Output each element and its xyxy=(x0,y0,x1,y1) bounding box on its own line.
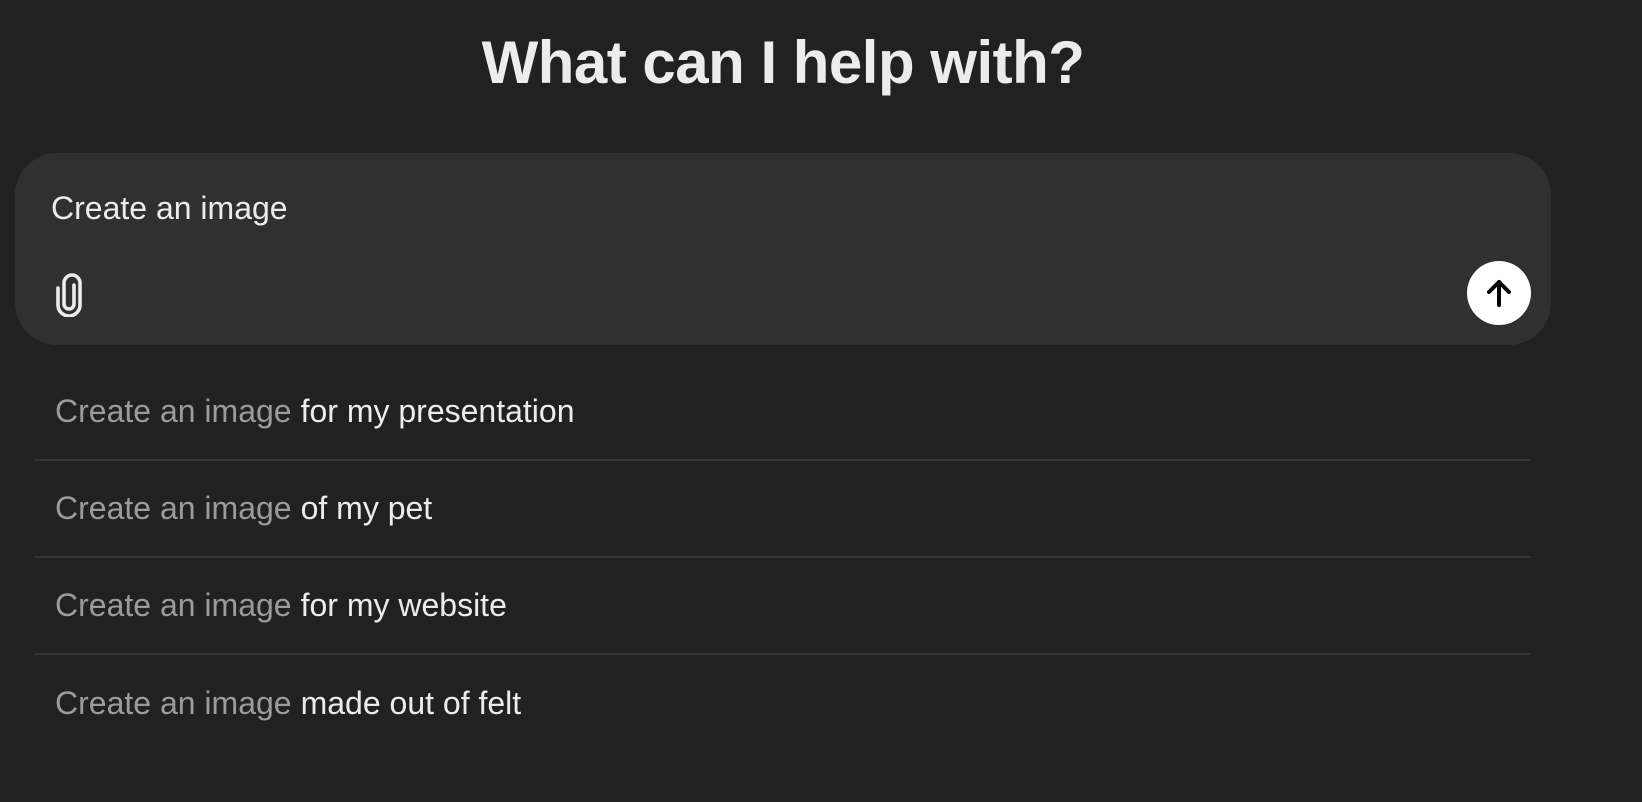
suggestion-item[interactable]: Create an image made out of felt xyxy=(35,655,1531,752)
suggestion-suffix: of my pet xyxy=(300,490,433,526)
suggestion-prefix: Create an image xyxy=(55,490,292,526)
suggestion-prefix: Create an image xyxy=(55,393,292,429)
attach-button[interactable] xyxy=(47,269,91,321)
suggestion-suffix: for my presentation xyxy=(300,393,575,429)
suggestion-item[interactable]: Create an image for my website xyxy=(35,558,1531,655)
suggestion-prefix: Create an image xyxy=(55,685,292,721)
composer xyxy=(15,153,1551,345)
paperclip-icon xyxy=(56,273,82,317)
suggestion-suffix: made out of felt xyxy=(300,685,522,721)
suggestion-item[interactable]: Create an image of my pet xyxy=(35,461,1531,558)
suggestion-suffix: for my website xyxy=(300,587,507,623)
page: What can I help with? Create an image fo… xyxy=(0,0,1642,802)
suggestion-list: Create an image for my presentation Crea… xyxy=(35,364,1531,752)
arrow-up-icon xyxy=(1487,280,1511,307)
send-button[interactable] xyxy=(1467,261,1531,325)
prompt-input[interactable] xyxy=(51,183,1451,233)
suggestion-item[interactable]: Create an image for my presentation xyxy=(35,364,1531,461)
suggestion-prefix: Create an image xyxy=(55,587,292,623)
page-title: What can I help with? xyxy=(481,29,1085,96)
